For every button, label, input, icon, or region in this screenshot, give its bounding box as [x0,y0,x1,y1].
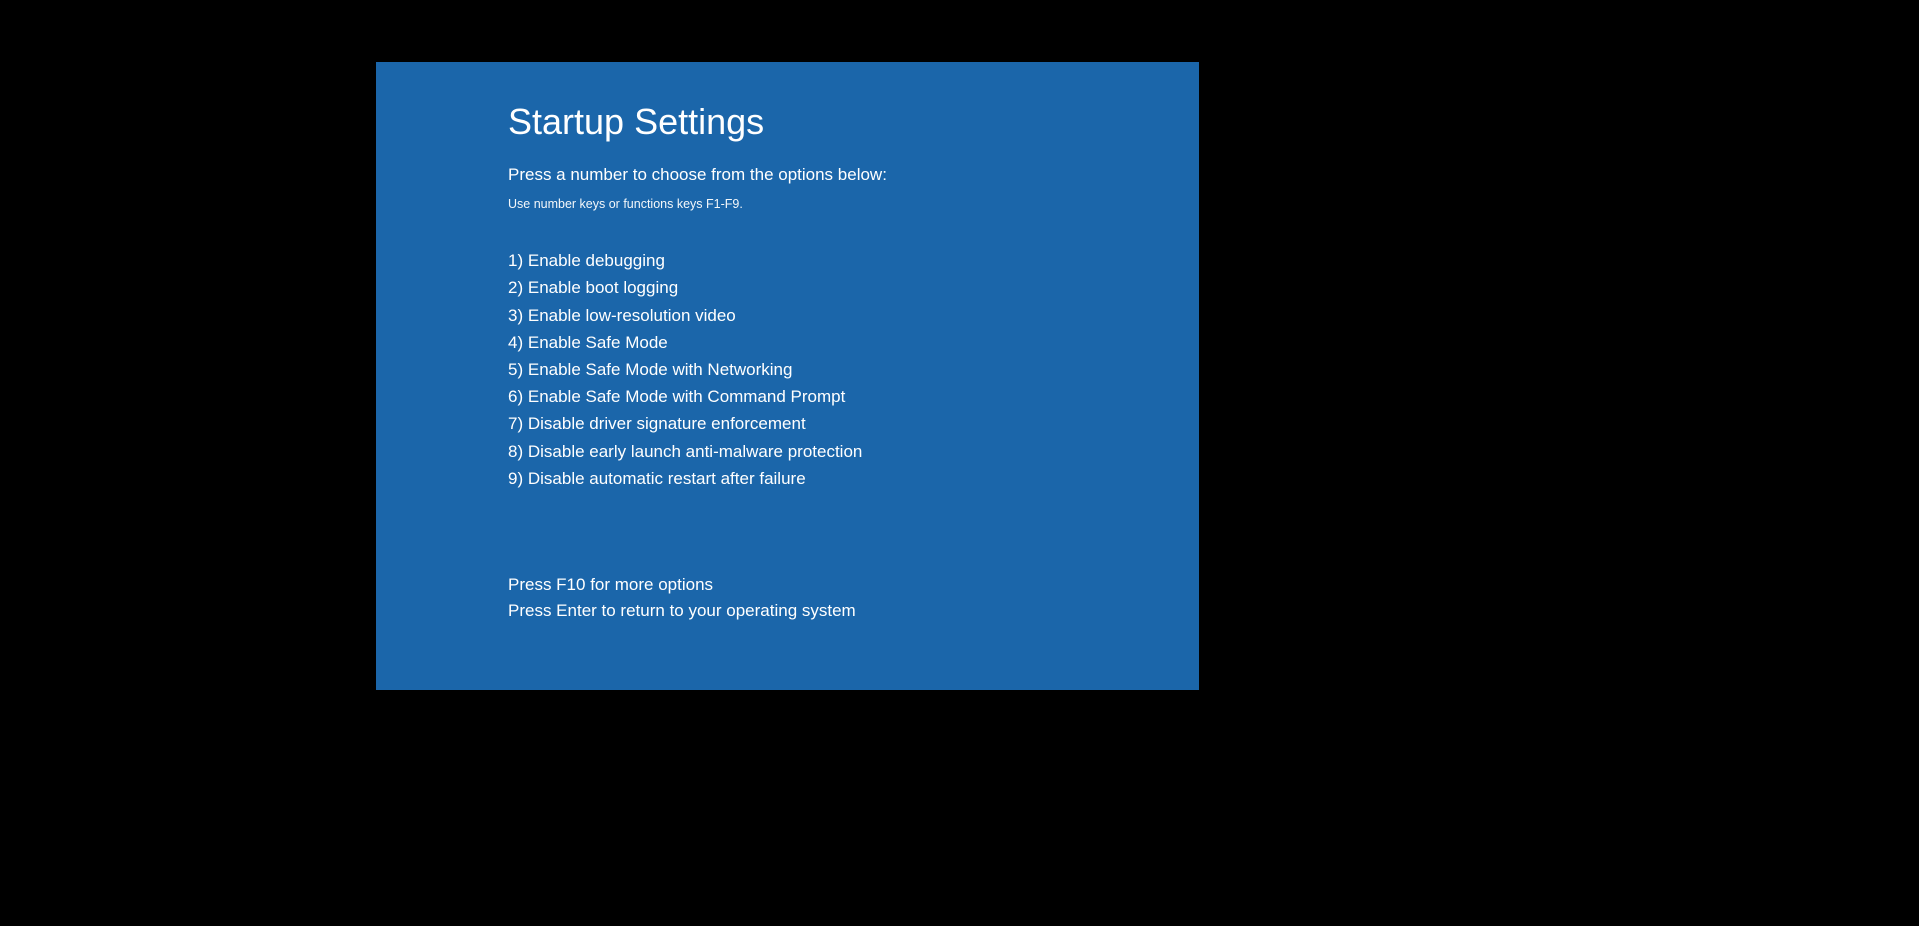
option-key: 5 [508,360,517,379]
option-key: 1 [508,251,517,270]
option-9-disable-auto-restart[interactable]: 9) Disable automatic restart after failu… [508,465,1139,492]
instruction-text: Press a number to choose from the option… [508,165,1139,185]
startup-options-list: 1) Enable debugging 2) Enable boot loggi… [508,247,1139,492]
option-4-enable-safe-mode[interactable]: 4) Enable Safe Mode [508,329,1139,356]
page-title: Startup Settings [508,100,1139,143]
key-hint-text: Use number keys or functions keys F1-F9. [508,197,1139,211]
option-key: 2 [508,278,517,297]
option-6-enable-safe-mode-cmd[interactable]: 6) Enable Safe Mode with Command Prompt [508,383,1139,410]
option-label: Disable automatic restart after failure [528,469,806,488]
footer-more-options: Press F10 for more options [508,572,1139,598]
option-8-disable-early-launch-antimalware[interactable]: 8) Disable early launch anti-malware pro… [508,438,1139,465]
option-label: Disable early launch anti-malware protec… [528,442,863,461]
startup-settings-panel: Startup Settings Press a number to choos… [376,62,1199,690]
option-key: 3 [508,306,517,325]
screen: Startup Settings Press a number to choos… [0,0,1919,926]
option-key: 9 [508,469,517,488]
option-key: 4 [508,333,517,352]
option-5-enable-safe-mode-networking[interactable]: 5) Enable Safe Mode with Networking [508,356,1139,383]
option-label: Enable Safe Mode with Command Prompt [528,387,846,406]
option-key: 7 [508,414,517,433]
option-label: Enable low-resolution video [528,306,736,325]
option-2-enable-boot-logging[interactable]: 2) Enable boot logging [508,274,1139,301]
option-label: Enable boot logging [528,278,678,297]
option-key: 8 [508,442,517,461]
option-3-enable-low-res-video[interactable]: 3) Enable low-resolution video [508,302,1139,329]
option-label: Enable Safe Mode [528,333,668,352]
option-1-enable-debugging[interactable]: 1) Enable debugging [508,247,1139,274]
option-label: Enable Safe Mode with Networking [528,360,793,379]
option-key: 6 [508,387,517,406]
option-7-disable-driver-sig[interactable]: 7) Disable driver signature enforcement [508,410,1139,437]
option-label: Enable debugging [528,251,665,270]
option-label: Disable driver signature enforcement [528,414,806,433]
footer-return-os: Press Enter to return to your operating … [508,598,1139,624]
